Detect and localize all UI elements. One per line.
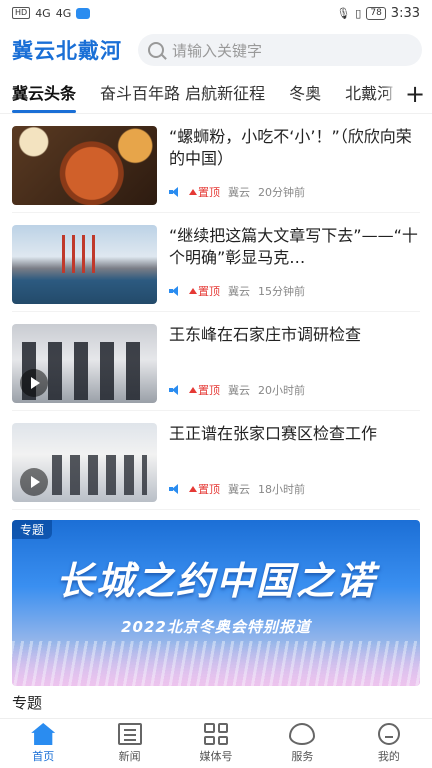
speaker-icon[interactable] bbox=[169, 187, 181, 197]
news-time: 18小时前 bbox=[258, 483, 305, 496]
news-time: 20分钟前 bbox=[258, 186, 305, 199]
news-title: “继续把这篇大文章写下去”——“十个明确”彰显马克… bbox=[169, 226, 418, 267]
tabbar-news[interactable]: 新闻 bbox=[86, 719, 172, 768]
pin-arrow-icon bbox=[189, 288, 197, 294]
section-label: 专题 bbox=[12, 694, 43, 712]
pinned-badge: 置顶 bbox=[189, 283, 220, 299]
signal-2-label: 4G bbox=[55, 6, 72, 20]
banner-headline: 长城之约中国之诺 bbox=[55, 558, 376, 603]
news-time: 15分钟前 bbox=[258, 285, 305, 298]
news-meta: 置顶 冀云 15分钟前 bbox=[169, 283, 420, 299]
pinned-badge: 置顶 bbox=[189, 382, 220, 398]
search-icon bbox=[148, 42, 164, 58]
pin-arrow-icon bbox=[189, 387, 197, 393]
pin-arrow-icon bbox=[189, 189, 197, 195]
tabbar-label: 新闻 bbox=[118, 750, 141, 763]
status-bar: HD 4G 4G 🎙 ▯ 78 3:33 bbox=[0, 0, 432, 26]
news-source: 冀云 bbox=[228, 384, 250, 397]
news-source: 冀云 bbox=[228, 186, 250, 199]
signal-1-label: 4G bbox=[35, 6, 51, 20]
channel-tabs: 冀云头条 奋斗百年路 启航新征程 冬奥 北戴河 + bbox=[0, 74, 432, 114]
speaker-icon[interactable] bbox=[169, 484, 181, 494]
status-left: HD 4G 4G bbox=[12, 6, 91, 20]
news-thumbnail bbox=[12, 126, 157, 205]
app-logo: 冀云北戴河 bbox=[12, 38, 122, 63]
tabbar-service[interactable]: 服务 bbox=[259, 719, 345, 768]
pinned-badge: 置顶 bbox=[189, 184, 220, 200]
media-icon bbox=[204, 723, 229, 745]
news-meta: 置顶 冀云 20小时前 bbox=[169, 382, 420, 398]
news-item[interactable]: 王东峰在石家庄市调研检查 置顶 冀云 20小时前 bbox=[12, 312, 420, 411]
mic-icon: 🎙 bbox=[336, 6, 351, 20]
news-feed: “螺蛳粉，小吃不‘小’！”（欣欣向荣的中国） 置顶 冀云 20分钟前 “继续把这… bbox=[0, 114, 432, 510]
news-thumbnail bbox=[12, 423, 157, 502]
news-thumbnail bbox=[12, 324, 157, 403]
search-input[interactable]: 请输入关键字 bbox=[138, 34, 422, 66]
message-icon bbox=[76, 7, 91, 19]
battery-indicator: 78 bbox=[366, 6, 386, 20]
vibrate-icon: ▯ bbox=[355, 6, 362, 20]
hd-badge: HD bbox=[12, 7, 31, 19]
clock: 3:33 bbox=[390, 5, 420, 21]
tab-headlines[interactable]: 冀云头条 bbox=[12, 75, 77, 113]
pin-arrow-icon bbox=[189, 486, 197, 492]
tabbar-label: 服务 bbox=[291, 750, 314, 763]
news-title: 王正谱在张家口赛区检查工作 bbox=[169, 424, 378, 443]
add-channel-button[interactable]: + bbox=[398, 74, 432, 113]
news-item[interactable]: “继续把这篇大文章写下去”——“十个明确”彰显马克… 置顶 冀云 15分钟前 bbox=[12, 213, 420, 312]
news-title: 王东峰在石家庄市调研检查 bbox=[169, 325, 362, 344]
profile-icon bbox=[377, 723, 400, 745]
tabbar-label: 首页 bbox=[32, 750, 55, 763]
special-topic-banner[interactable]: 专题 长城之约中国之诺 2022北京冬奥会特别报道 bbox=[12, 520, 420, 686]
play-icon[interactable] bbox=[20, 468, 48, 496]
tabbar-label: 媒体号 bbox=[199, 750, 233, 763]
news-meta: 置顶 冀云 18小时前 bbox=[169, 481, 420, 497]
news-item[interactable]: “螺蛳粉，小吃不‘小’！”（欣欣向荣的中国） 置顶 冀云 20分钟前 bbox=[12, 114, 420, 213]
service-icon bbox=[289, 723, 316, 745]
news-title: “螺蛳粉，小吃不‘小’！”（欣欣向荣的中国） bbox=[169, 127, 412, 168]
tab-winter-olympics[interactable]: 冬奥 bbox=[289, 75, 321, 113]
tabbar-label: 我的 bbox=[377, 750, 400, 763]
news-thumbnail bbox=[12, 225, 157, 304]
tab-centenary[interactable]: 奋斗百年路 启航新征程 bbox=[100, 75, 265, 113]
tabbar-profile[interactable]: 我的 bbox=[346, 719, 432, 768]
tab-beidaihe[interactable]: 北戴河 bbox=[345, 75, 393, 113]
speaker-icon[interactable] bbox=[169, 385, 181, 395]
banner-decoration bbox=[12, 641, 420, 686]
news-icon bbox=[117, 723, 142, 745]
topic-tag: 专题 bbox=[12, 520, 53, 539]
play-icon[interactable] bbox=[20, 369, 48, 397]
news-source: 冀云 bbox=[228, 285, 250, 298]
banner-subline: 2022北京冬奥会特别报道 bbox=[121, 618, 311, 636]
tabbar-media[interactable]: 媒体号 bbox=[173, 719, 259, 768]
speaker-icon[interactable] bbox=[169, 286, 181, 296]
news-meta: 置顶 冀云 20分钟前 bbox=[169, 184, 420, 200]
app-header: 冀云北戴河 请输入关键字 bbox=[0, 26, 432, 74]
status-right: 🎙 ▯ 78 3:33 bbox=[336, 6, 420, 21]
home-icon bbox=[31, 723, 56, 745]
pinned-badge: 置顶 bbox=[189, 481, 220, 497]
news-time: 20小时前 bbox=[258, 384, 305, 397]
news-source: 冀云 bbox=[228, 483, 250, 496]
tabbar-home[interactable]: 首页 bbox=[0, 719, 86, 768]
search-placeholder: 请输入关键字 bbox=[172, 41, 263, 60]
bottom-tab-bar: 首页 新闻 媒体号 服务 我的 bbox=[0, 718, 432, 768]
news-item[interactable]: 王正谱在张家口赛区检查工作 置顶 冀云 18小时前 bbox=[12, 411, 420, 510]
plus-icon: + bbox=[404, 80, 426, 108]
